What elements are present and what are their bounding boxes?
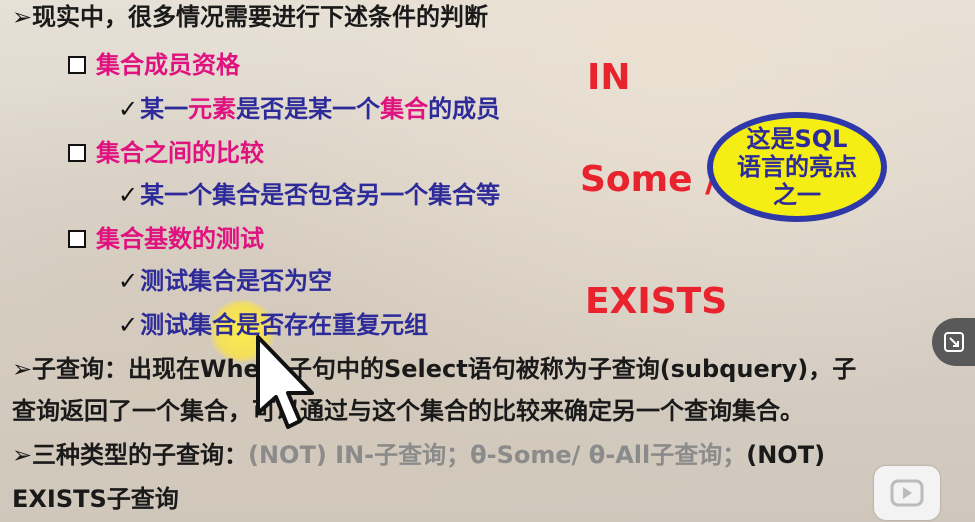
arrow-bullet-icon: ➢ — [12, 441, 33, 469]
subquery-definition-line1: ➢子查询：出现在Where子句中的Select语句被称为子查询(subquery… — [12, 354, 856, 384]
checkmark-icon: ✓ — [118, 95, 139, 123]
highlight-callout: 这是SQL语言的亮点之一 — [707, 112, 887, 222]
callout-text: 这是SQL语言的亮点之一 — [737, 125, 857, 209]
checkmark-icon: ✓ — [118, 181, 139, 209]
checkmark-icon: ✓ — [118, 267, 139, 295]
tag-exists: EXISTS — [585, 281, 728, 322]
tag-in: IN — [587, 57, 631, 98]
detail-text: 测试集合是否为空 — [140, 267, 333, 295]
arrow-bullet-icon: ➢ — [12, 3, 33, 31]
item-cardinality-label: 集合基数的测试 — [96, 225, 264, 253]
item-cardinality-detail-1: ✓测试集合是否为空 — [118, 266, 332, 296]
intro-text: 现实中，很多情况需要进行下述条件的判断 — [32, 3, 488, 31]
detail-set: 集合 — [380, 95, 429, 123]
detail-part: 的成员 — [428, 95, 501, 123]
square-bullet-icon — [68, 144, 86, 162]
types-lead: 三种类型的子查询： — [32, 441, 248, 469]
item-cardinality: 集合基数的测试 — [68, 224, 264, 254]
square-bullet-icon — [68, 56, 86, 74]
mouse-cursor-icon — [256, 335, 314, 429]
intro-line: ➢现实中，很多情况需要进行下述条件的判断 — [12, 2, 488, 32]
checkmark-icon: ✓ — [118, 311, 139, 339]
detail-part: 某一 — [140, 95, 189, 123]
arrow-bullet-icon: ➢ — [12, 355, 33, 383]
item-comparison: 集合之间的比较 — [68, 138, 264, 168]
item-membership-detail: ✓某一元素是否是某一个集合的成员 — [118, 94, 500, 124]
subquery-definition-line2: 查询返回了一个集合，可以通过与这个集合的比较来确定另一个查询集合。 — [12, 396, 804, 426]
subquery-types-line1: ➢三种类型的子查询：(NOT) IN-子查询；θ-Some/ θ-All子查询；… — [12, 440, 825, 470]
subquery-types-line2: EXISTS子查询 — [12, 484, 179, 514]
types-list: (NOT) IN-子查询；θ-Some/ θ-All子查询； — [248, 441, 747, 469]
expand-icon — [943, 332, 964, 352]
detail-part: 是否是某一个 — [236, 95, 381, 123]
square-bullet-icon — [68, 230, 86, 248]
subquery-text-1: 子查询：出现在Where子句中的Select语句被称为子查询(subquery)… — [32, 355, 857, 383]
expand-button[interactable] — [932, 318, 975, 366]
subquery-text-2: 查询返回了一个集合，可以通过与这个集合的比较来确定另一个查询集合。 — [12, 397, 804, 425]
types-tail: (NOT) — [746, 441, 826, 469]
item-membership-label: 集合成员资格 — [96, 51, 240, 79]
item-membership: 集合成员资格 — [68, 50, 240, 80]
item-comparison-detail: ✓某一个集合是否包含另一个集合等 — [118, 180, 500, 210]
item-comparison-label: 集合之间的比较 — [96, 139, 264, 167]
types-exists: EXISTS子查询 — [12, 485, 179, 513]
detail-element: 元素 — [188, 95, 237, 123]
detail-text: 某一个集合是否包含另一个集合等 — [140, 181, 501, 209]
play-button[interactable] — [874, 466, 940, 520]
play-icon — [890, 479, 924, 507]
